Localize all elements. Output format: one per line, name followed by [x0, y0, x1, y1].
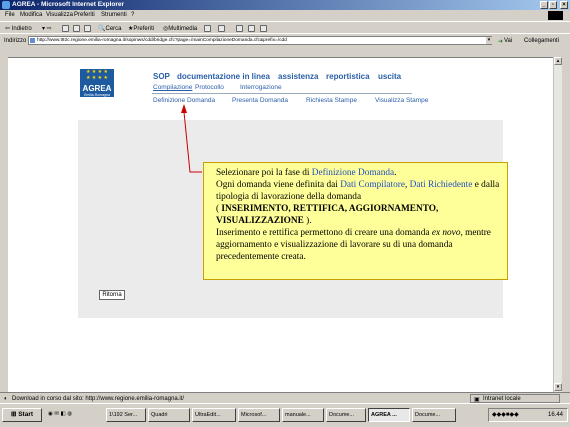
go-button[interactable]: Vai	[504, 38, 512, 44]
links-button[interactable]: Collegamenti	[524, 38, 559, 44]
page-icon	[30, 38, 35, 43]
nav-reportistica[interactable]: reportistica	[326, 72, 370, 81]
nav-divider	[152, 93, 412, 94]
back-button[interactable]: ⇦ Indietro	[5, 25, 32, 32]
close-button[interactable]: ×	[560, 1, 568, 9]
stop-icon[interactable]	[62, 25, 69, 32]
address-bar: Indirizzo http://www.t92c.regione.emilia…	[0, 33, 570, 46]
menu-visualizza[interactable]: Visualizza	[46, 12, 73, 18]
search-button[interactable]: 🔍Cerca	[98, 25, 122, 32]
menu-help[interactable]: ?	[131, 12, 134, 18]
toolbar: ⇦ Indietro ▾ ⇨ 🔍Cerca ★Preferiti ◎Multim…	[0, 21, 570, 33]
print-icon[interactable]	[236, 25, 243, 32]
ritorna-button[interactable]: Ritorna	[99, 290, 125, 300]
logo-word: AGREA	[82, 84, 112, 93]
go-arrow-icon[interactable]: ➜	[498, 38, 503, 45]
menu-strumenti[interactable]: Strumenti	[101, 12, 127, 18]
window-title: AGREA - Microsoft Internet Explorer	[12, 1, 125, 8]
menu-preferiti[interactable]: Preferiti	[74, 12, 95, 18]
task-item[interactable]: manuale...	[282, 408, 324, 422]
favorites-button[interactable]: ★Preferiti	[128, 25, 154, 32]
agrea-logo: ★ ★ ★ ★ ★ ★ ★ ★ AGREA Emilia-Romagna	[80, 69, 114, 97]
scroll-down-icon[interactable]: ▾	[554, 383, 562, 391]
callout-line-2: Ogni domanda viene definita dai Dati Com…	[216, 180, 500, 202]
tray-icons[interactable]: ◆◆◆■◆◆	[492, 411, 519, 418]
status-bar: ◐ Download in corso dal sito: http://www…	[0, 392, 570, 403]
nav-richiesta-stampe[interactable]: Richiesta Stampe	[306, 97, 357, 104]
favorites-label: Preferiti	[133, 26, 155, 32]
ie-icon	[2, 1, 10, 9]
back-label: Indietro	[11, 26, 32, 32]
loading-icon: ◐	[4, 396, 8, 402]
quick-launch[interactable]: ◉ ✉ ◧ ◍	[46, 408, 98, 422]
callout-line-4: Inserimento e rettifica permettono di cr…	[216, 228, 491, 262]
refresh-icon[interactable]	[73, 25, 80, 32]
task-item[interactable]: Quadri	[148, 408, 190, 422]
nav-uscita[interactable]: uscita	[378, 72, 401, 81]
nav-visualizza-stampe[interactable]: Visualizza Stampe	[375, 97, 428, 104]
instruction-callout: Selezionare poi la fase di Definizione D…	[203, 162, 508, 280]
media-label: Multimedia	[168, 26, 198, 32]
home-icon[interactable]	[84, 25, 91, 32]
search-label: Cerca	[105, 26, 122, 32]
zone-label: Intranet locale	[483, 396, 521, 402]
nav-interrogazione[interactable]: Interrogazione	[240, 84, 282, 91]
security-zone: ▣ Intranet locale	[470, 394, 560, 403]
menu-bar: File Modifica Visualizza Preferiti Strum…	[0, 10, 570, 21]
menu-modifica[interactable]: Modifica	[20, 12, 42, 18]
callout-line-3: ( INSERIMENTO, RETTIFICA, AGGIORNAMENTO,…	[216, 204, 439, 226]
address-url: http://www.t92c.regione.emilia-romagna.i…	[37, 38, 287, 43]
task-item[interactable]: 1\192 Ser...	[106, 408, 146, 422]
start-button[interactable]: ⊞ Start	[2, 408, 42, 422]
zone-icon: ▣	[474, 397, 480, 403]
nav-sop[interactable]: SOP	[153, 72, 170, 81]
back-dropdown-icon[interactable]: ▾ ⇨	[42, 25, 52, 32]
title-bar: AGREA - Microsoft Internet Explorer _ ▫ …	[0, 0, 570, 10]
nav-protocollo[interactable]: Protocollo	[195, 84, 224, 91]
task-item[interactable]: UltraEdit...	[192, 408, 236, 422]
callout-line-1: Selezionare poi la fase di Definizione D…	[216, 168, 397, 178]
menu-file[interactable]: File	[5, 12, 15, 18]
logo-subtitle: Emilia-Romagna	[84, 93, 110, 97]
discuss-icon[interactable]	[260, 25, 267, 32]
nav-documentazione[interactable]: documentazione in linea	[177, 72, 270, 81]
clock: 16.44	[547, 412, 563, 418]
start-label: Start	[18, 411, 34, 418]
taskbar: ⊞ Start ◉ ✉ ◧ ◍ 1\192 Ser... Quadri Ultr…	[0, 403, 570, 427]
nav-presenta-domanda[interactable]: Presenta Domanda	[232, 97, 288, 104]
address-dropdown-icon[interactable]: ▾	[486, 37, 492, 44]
minimize-button[interactable]: _	[540, 1, 548, 9]
windows-flag-icon: ⊞	[10, 411, 17, 418]
maximize-button[interactable]: ▫	[549, 1, 557, 9]
vertical-scrollbar[interactable]: ▴ ▾	[553, 57, 562, 392]
edit-icon[interactable]	[248, 25, 255, 32]
status-text: Download in corso dal sito: http://www.r…	[12, 396, 185, 402]
windows-logo-icon	[548, 11, 563, 20]
scroll-up-icon[interactable]: ▴	[554, 57, 562, 65]
mail-icon[interactable]	[218, 25, 225, 32]
system-tray: ◆◆◆■◆◆ 16.44	[488, 408, 568, 422]
eu-stars-icon: ★ ★ ★ ★ ★ ★ ★ ★	[85, 69, 109, 81]
media-button[interactable]: ◎Multimedia	[163, 25, 197, 32]
task-item[interactable]: Docume...	[412, 408, 456, 422]
address-label: Indirizzo	[4, 38, 27, 44]
history-icon[interactable]	[204, 25, 211, 32]
address-input[interactable]: http://www.t92c.regione.emilia-romagna.i…	[28, 36, 492, 45]
task-item-active[interactable]: AGREA ...	[368, 408, 410, 422]
nav-compilazione[interactable]: Compilazione	[153, 84, 192, 91]
nav-assistenza[interactable]: assistenza	[278, 72, 318, 81]
task-item[interactable]: Docume...	[326, 408, 366, 422]
task-item[interactable]: Microsof...	[238, 408, 280, 422]
